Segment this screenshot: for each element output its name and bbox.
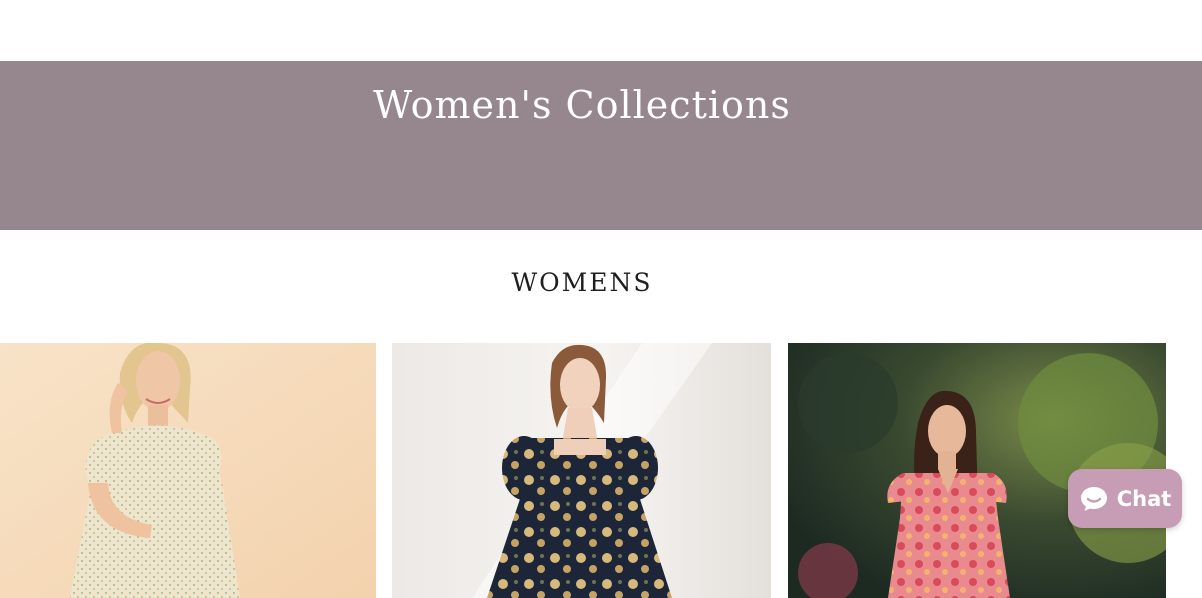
product-grid — [0, 343, 1202, 598]
page-title: Women's Collections — [373, 83, 791, 127]
product-image-1[interactable] — [0, 343, 376, 598]
header-spacer — [0, 0, 1202, 61]
product-card-2[interactable] — [392, 343, 771, 598]
chat-button[interactable]: Chat — [1068, 469, 1182, 528]
collection-banner: Women's Collections — [0, 61, 1202, 230]
product-image-2[interactable] — [392, 343, 771, 598]
section-title: WOMENS — [511, 268, 653, 297]
chat-bubble-icon — [1080, 486, 1107, 511]
product-card-1[interactable] — [0, 343, 376, 598]
chat-label: Chat — [1116, 486, 1172, 511]
